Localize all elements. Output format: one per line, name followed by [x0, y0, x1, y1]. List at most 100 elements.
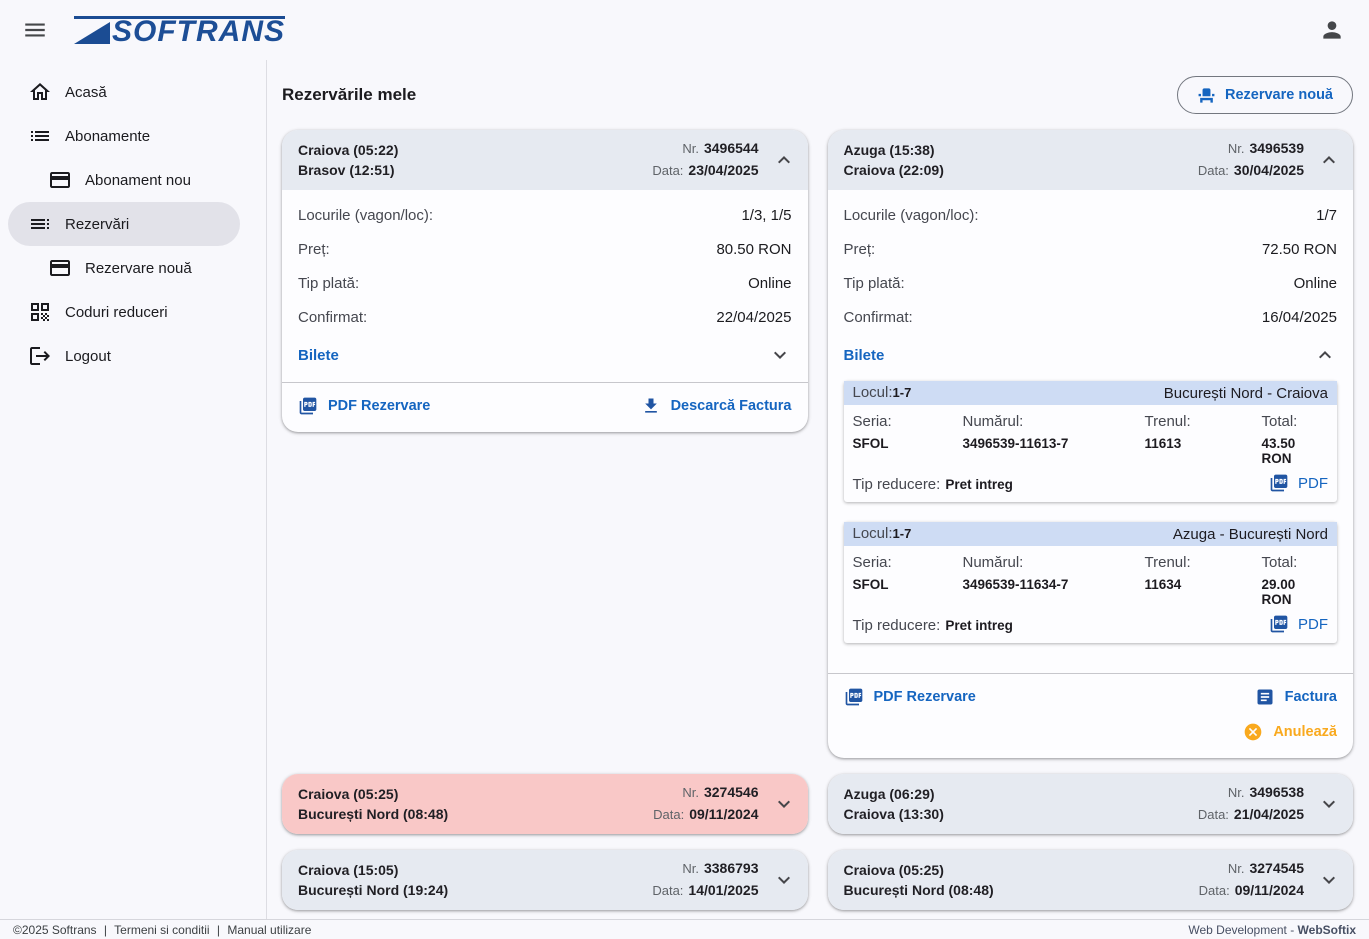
- reservation-card-header[interactable]: Craiova (05:25) București Nord (08:48) N…: [282, 774, 808, 834]
- new-reservation-button[interactable]: Rezervare nouă: [1177, 76, 1353, 114]
- sidebar-item-label: Acasă: [65, 84, 107, 101]
- reservation-card-header[interactable]: Azuga (15:38) Craiova (22:09) Nr.3496539…: [828, 130, 1354, 190]
- chevron-up-icon[interactable]: [772, 148, 796, 172]
- bilete-toggle[interactable]: Bilete: [298, 338, 792, 372]
- footer-right: Web Development - WebSoftix: [1188, 923, 1356, 937]
- ticket-details: Seria: Numărul: Trenul: Total: SFOL 3496…: [844, 405, 1338, 466]
- chevron-down-icon[interactable]: [1317, 792, 1341, 816]
- locul-label: Locul:: [853, 525, 893, 542]
- reservations-grid: Craiova (05:22) Brasov (12:51) Nr.349654…: [282, 130, 1353, 910]
- footer-left: ©2025 Softrans | Termeni si conditii | M…: [13, 923, 315, 937]
- card-actions: PDF Rezervare Factura Anulează: [828, 673, 1354, 758]
- main-content: Rezervările mele Rezervare nouă Craiova …: [267, 60, 1369, 919]
- sidebar-item-abonamente[interactable]: Abonamente: [0, 114, 266, 158]
- detail-row-seats: Locurile (vagon/loc): 1/7: [844, 198, 1338, 232]
- menu-icon: [22, 17, 48, 43]
- nr-label: Nr.: [1228, 861, 1245, 876]
- chevron-down-icon[interactable]: [772, 868, 796, 892]
- footer-separator: |: [217, 923, 220, 937]
- sidebar-item-rezervare-noua[interactable]: Rezervare nouă: [0, 246, 266, 290]
- ticket-pdf-label: PDF: [1298, 475, 1328, 492]
- person-icon: [1319, 17, 1345, 43]
- reservation-card-header[interactable]: Craiova (05:22) Brasov (12:51) Nr.349654…: [282, 130, 808, 190]
- route-to: București Nord (19:24): [298, 882, 448, 898]
- reservation-card-header[interactable]: Craiova (15:05) București Nord (19:24) N…: [282, 850, 808, 910]
- bilete-toggle[interactable]: Bilete: [844, 338, 1338, 372]
- pdf-icon: [298, 396, 318, 416]
- invoice-icon: [1255, 687, 1275, 707]
- price-label: Preț:: [298, 241, 330, 258]
- trenul-value: 11613: [1145, 436, 1262, 466]
- seria-value: SFOL: [853, 436, 963, 466]
- download-invoice-link[interactable]: Descarcă Factura: [641, 396, 792, 416]
- ticket-footer: Tip reducere:Pret intreg PDF: [844, 466, 1338, 502]
- tip-reducere-value: Pret intreg: [945, 618, 1013, 633]
- nr-label: Nr.: [1228, 785, 1245, 800]
- reservation-number: 3496539: [1249, 140, 1304, 156]
- confirmed-label: Confirmat:: [298, 309, 367, 326]
- trenul-value: 11634: [1145, 577, 1262, 607]
- cancel-label: Anulează: [1273, 724, 1337, 740]
- detail-row-confirmed: Confirmat: 22/04/2025: [298, 300, 792, 334]
- app-root: SOFTRANS Acasă Abonamente Abonament nou …: [0, 0, 1369, 939]
- chevron-down-icon[interactable]: [1317, 868, 1341, 892]
- seria-label: Seria:: [853, 413, 963, 430]
- sidebar-item-acasa[interactable]: Acasă: [0, 70, 266, 114]
- account-button[interactable]: [1317, 15, 1347, 45]
- logo-text: SOFTRANS: [112, 20, 285, 44]
- sidebar-item-abonament-nou[interactable]: Abonament nou: [0, 158, 266, 202]
- numarul-label: Numărul:: [963, 413, 1145, 430]
- nr-label: Nr.: [682, 861, 699, 876]
- ticket-pdf-link[interactable]: PDF: [1269, 614, 1328, 634]
- pdf-icon: [844, 687, 864, 707]
- pdf-reservation-link[interactable]: PDF Rezervare: [298, 396, 430, 416]
- ticket-pdf-link[interactable]: PDF: [1269, 473, 1328, 493]
- tip-reducere-label: Tip reducere:: [853, 476, 941, 493]
- date-label: Data:: [652, 883, 683, 898]
- sidebar-item-logout[interactable]: Logout: [0, 334, 266, 378]
- reservation-card-header[interactable]: Craiova (05:25) București Nord (08:48) N…: [828, 850, 1354, 910]
- confirmed-value: 16/04/2025: [1262, 309, 1337, 326]
- manual-link[interactable]: Manual utilizare: [227, 923, 311, 937]
- chevron-up-icon[interactable]: [1317, 148, 1341, 172]
- invoice-label: Factura: [1285, 689, 1337, 705]
- invoice-link[interactable]: Factura: [1255, 687, 1337, 707]
- reservation-meta: Nr.3274546 Data:09/11/2024: [653, 784, 758, 824]
- page-footer: ©2025 Softrans | Termeni si conditii | M…: [0, 919, 1369, 939]
- sidebar-item-rezervari[interactable]: Rezervări: [8, 202, 240, 246]
- list-icon: [28, 124, 52, 148]
- route-to: Craiova (22:09): [844, 162, 944, 178]
- detail-row-payment: Tip plată: Online: [844, 266, 1338, 300]
- detail-row-payment: Tip plată: Online: [298, 266, 792, 300]
- sidebar-item-label: Rezervare nouă: [85, 260, 192, 277]
- seats-label: Locurile (vagon/loc):: [298, 207, 433, 224]
- nr-label: Nr.: [682, 785, 699, 800]
- hamburger-menu-button[interactable]: [20, 15, 50, 45]
- pdf-reservation-label: PDF Rezervare: [874, 689, 976, 705]
- chevron-down-icon: [768, 343, 792, 367]
- pdf-icon: [1269, 473, 1289, 493]
- payment-value: Online: [748, 275, 791, 292]
- route-to: Brasov (12:51): [298, 162, 398, 178]
- reservation-card-header[interactable]: Azuga (06:29) Craiova (13:30) Nr.3496538…: [828, 774, 1354, 834]
- reservation-meta: Nr.3496544 Data:23/04/2025: [652, 140, 758, 180]
- chevron-down-icon[interactable]: [772, 792, 796, 816]
- reservation-card: Craiova (05:22) Brasov (12:51) Nr.349654…: [282, 130, 808, 432]
- softrans-logo[interactable]: SOFTRANS: [74, 16, 285, 44]
- reservation-card-body: Locurile (vagon/loc): 1/7 Preț: 72.50 RO…: [828, 190, 1354, 673]
- reservation-card: Azuga (15:38) Craiova (22:09) Nr.3496539…: [828, 130, 1354, 758]
- reservation-number: 3274546: [704, 784, 759, 800]
- sidebar-item-coduri-reduceri[interactable]: Coduri reduceri: [0, 290, 266, 334]
- terms-link[interactable]: Termeni si conditii: [114, 923, 209, 937]
- ticket: Locul:1-7 București Nord - Craiova Seria…: [844, 381, 1338, 502]
- cancel-reservation-link[interactable]: Anulează: [1243, 722, 1337, 742]
- reservation-card: Azuga (06:29) Craiova (13:30) Nr.3496538…: [828, 774, 1354, 834]
- detail-row-price: Preț: 80.50 RON: [298, 232, 792, 266]
- reservation-meta: Nr.3386793 Data:14/01/2025: [652, 860, 758, 900]
- reservation-card: Craiova (15:05) București Nord (19:24) N…: [282, 850, 808, 910]
- toc-icon: [28, 212, 52, 236]
- sidebar-item-label: Coduri reduceri: [65, 304, 168, 321]
- dev-company-link[interactable]: WebSoftix: [1298, 923, 1356, 937]
- pdf-reservation-link[interactable]: PDF Rezervare: [844, 687, 976, 707]
- reservation-number: 3496538: [1249, 784, 1304, 800]
